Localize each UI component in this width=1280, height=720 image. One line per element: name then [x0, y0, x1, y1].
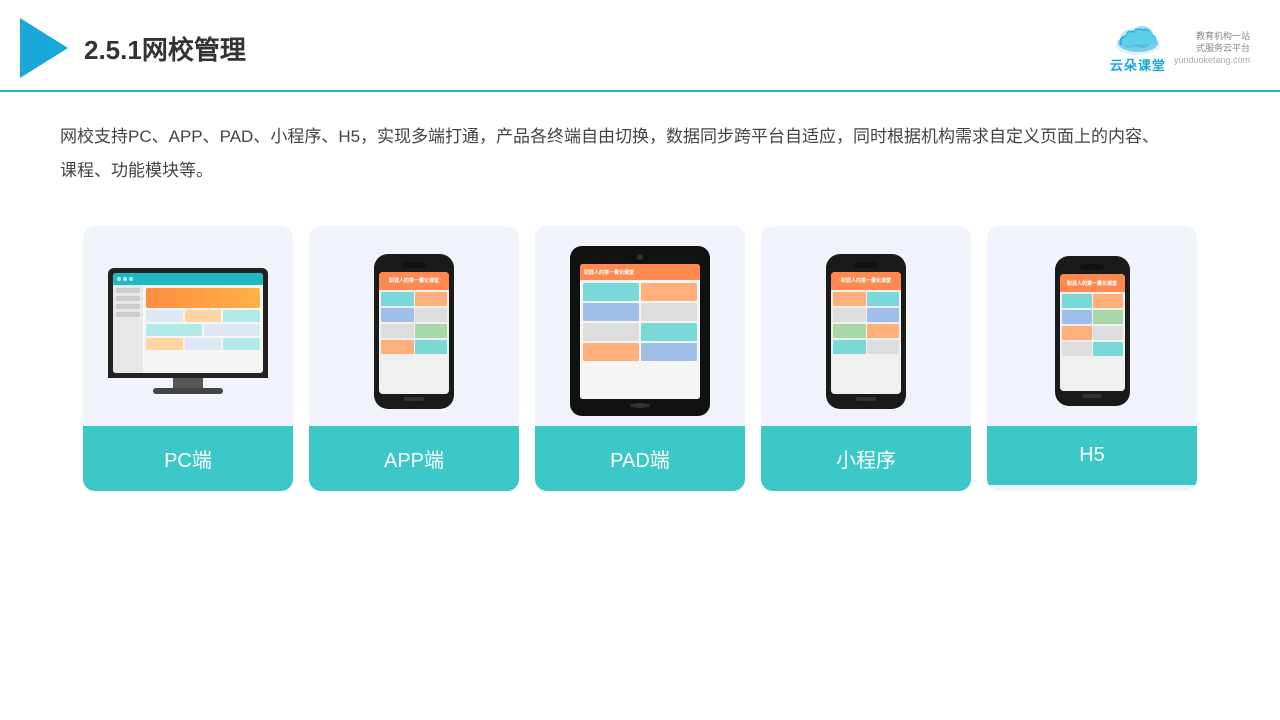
card-h5-label: H5	[987, 426, 1197, 485]
description-text: 网校支持PC、APP、PAD、小程序、H5，实现多端打通，产品各终端自由切换，数…	[60, 120, 1160, 188]
card-pad-image: 职涯人的第一量化课堂	[535, 226, 745, 426]
card-pc-label: PC端	[83, 426, 293, 491]
card-miniapp: 职涯人的第一量化课堂	[761, 226, 971, 491]
card-app: 职涯人的第一量化课堂	[309, 226, 519, 491]
card-h5: 职涯人的第一量化课堂	[987, 226, 1197, 491]
brand-details: 教育机构一站式服务云平台 yunduoketang.com	[1174, 31, 1250, 64]
header: 2.5.1网校管理 云朵课堂 教育机构一站式服务云平台 yunduoketang…	[0, 0, 1280, 92]
card-pad-label: PAD端	[535, 426, 745, 491]
brand-name: 云朵课堂	[1110, 55, 1166, 74]
card-pad: 职涯人的第一量化课堂	[535, 226, 745, 491]
page-title: 2.5.1网校管理	[84, 30, 246, 67]
header-right: 云朵课堂 教育机构一站式服务云平台 yunduoketang.com	[1110, 23, 1250, 74]
card-pc-image	[83, 226, 293, 426]
brand-tagline: 教育机构一站式服务云平台	[1174, 31, 1250, 54]
phone-device-icon: 职涯人的第一量化课堂	[374, 254, 454, 409]
header-left: 2.5.1网校管理	[20, 18, 246, 78]
content-area: 网校支持PC、APP、PAD、小程序、H5，实现多端打通，产品各终端自由切换，数…	[0, 92, 1280, 511]
card-pc: PC端	[83, 226, 293, 491]
brand-logo: 云朵课堂 教育机构一站式服务云平台 yunduoketang.com	[1110, 23, 1250, 74]
card-miniapp-label: 小程序	[761, 426, 971, 491]
card-h5-image: 职涯人的第一量化课堂	[987, 226, 1197, 426]
cards-container: PC端 职涯人的第一量化课堂	[60, 226, 1220, 491]
card-app-label: APP端	[309, 426, 519, 491]
pc-device-icon	[108, 268, 268, 394]
card-miniapp-image: 职涯人的第一量化课堂	[761, 226, 971, 426]
tablet-device-icon: 职涯人的第一量化课堂	[570, 246, 710, 416]
h5-phone-device-icon: 职涯人的第一量化课堂	[1055, 256, 1130, 406]
miniapp-phone-device-icon: 职涯人的第一量化课堂	[826, 254, 906, 409]
cloud-icon: 云朵课堂	[1110, 23, 1166, 74]
logo-triangle-icon	[20, 18, 68, 78]
card-app-image: 职涯人的第一量化课堂	[309, 226, 519, 426]
brand-url: yunduoketang.com	[1174, 55, 1250, 65]
